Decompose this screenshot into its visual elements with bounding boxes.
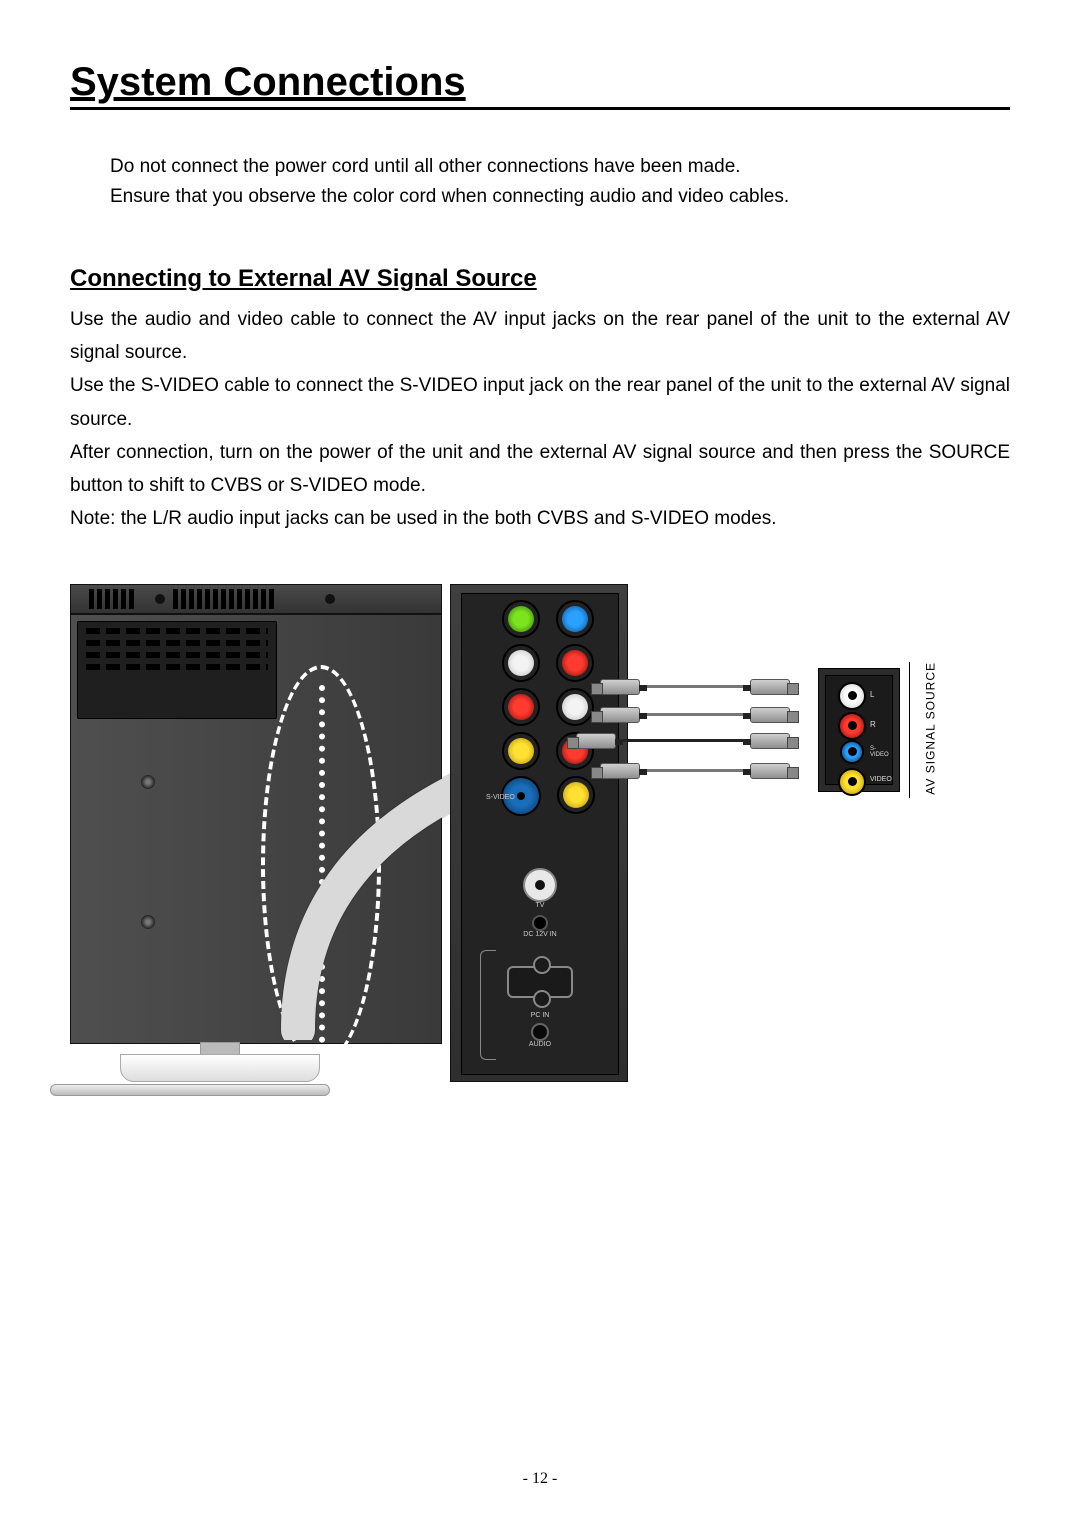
cable-audio-l [600, 678, 790, 696]
source-jack-r-icon [838, 712, 866, 740]
intro-line-2: Ensure that you observe the color cord w… [110, 182, 1010, 212]
document-page: System Connections Do not connect the po… [0, 0, 1080, 1524]
plug-icon [576, 733, 616, 749]
plug-icon [600, 763, 640, 779]
paragraph-1: Use the audio and video cable to connect… [70, 303, 1010, 370]
stand-neck [120, 1054, 320, 1082]
vga-port-icon [507, 966, 573, 998]
source-label-r: R [870, 720, 876, 729]
coax-jack-icon [523, 868, 557, 902]
av-source-inner: L R S-VIDEO VIDEO [825, 675, 893, 785]
screw-icon [155, 594, 165, 604]
av-source-box: L R S-VIDEO VIDEO [818, 668, 900, 792]
cable-video [600, 762, 790, 780]
plug-icon [750, 707, 790, 723]
vent-icon [89, 589, 149, 609]
highlight-line-icon [319, 685, 325, 1055]
screw-icon [141, 775, 155, 789]
cable-audio-r [600, 706, 790, 724]
plug-icon [750, 733, 790, 749]
source-label-video: VIDEO [870, 776, 892, 783]
source-jack-l-icon [838, 682, 866, 710]
plug-icon [600, 707, 640, 723]
screw-icon [325, 594, 335, 604]
page-number: - 12 - [0, 1470, 1080, 1488]
section-subtitle: Connecting to External AV Signal Source [70, 265, 1010, 293]
dc-label: DC 12V IN [462, 931, 618, 938]
plug-icon [750, 679, 790, 695]
cable-group [540, 672, 804, 862]
cable-svideo [576, 732, 790, 750]
paragraph-4: Note: the L/R audio input jacks can be u… [70, 502, 1010, 535]
source-label-svideo: S-VIDEO [870, 746, 892, 758]
tv-body [70, 614, 442, 1044]
tv-rear-illustration [70, 584, 442, 1104]
body-text: Use the audio and video cable to connect… [70, 303, 1010, 536]
rca-jack-green-icon [502, 600, 540, 638]
label-plate-icon [77, 621, 277, 719]
intro-block: Do not connect the power cord until all … [110, 152, 1010, 213]
page-title: System Connections [70, 60, 1010, 110]
rca-jack-red-icon [502, 688, 540, 726]
tv-label: TV [462, 902, 618, 909]
rca-jack-blue-icon [556, 600, 594, 638]
connection-diagram: S-VIDEO TV DC 12V IN PC IN AUDIO [70, 584, 1010, 1144]
rca-jack-yellow-icon [502, 732, 540, 770]
screw-icon [141, 915, 155, 929]
audio-jack-icon [531, 1023, 549, 1041]
paragraph-2: Use the S-VIDEO cable to connect the S-V… [70, 369, 1010, 436]
bracket-icon [480, 950, 496, 1060]
rca-jack-white-icon [502, 644, 540, 682]
dc-jack-icon [532, 915, 548, 931]
source-label-l: L [870, 690, 874, 699]
plug-icon [750, 763, 790, 779]
vent-icon [173, 589, 313, 609]
tv-top-bezel [70, 584, 442, 614]
paragraph-3: After connection, turn on the power of t… [70, 436, 1010, 503]
source-jack-svideo-icon [840, 740, 864, 764]
source-divider [909, 662, 910, 798]
svideo-label: S-VIDEO [486, 794, 515, 801]
intro-line-1: Do not connect the power cord until all … [110, 152, 1010, 182]
stand-base [50, 1084, 330, 1096]
plug-icon [600, 679, 640, 695]
av-source-title: AV SIGNAL SOURCE [924, 662, 938, 795]
source-jack-video-icon [838, 768, 866, 796]
